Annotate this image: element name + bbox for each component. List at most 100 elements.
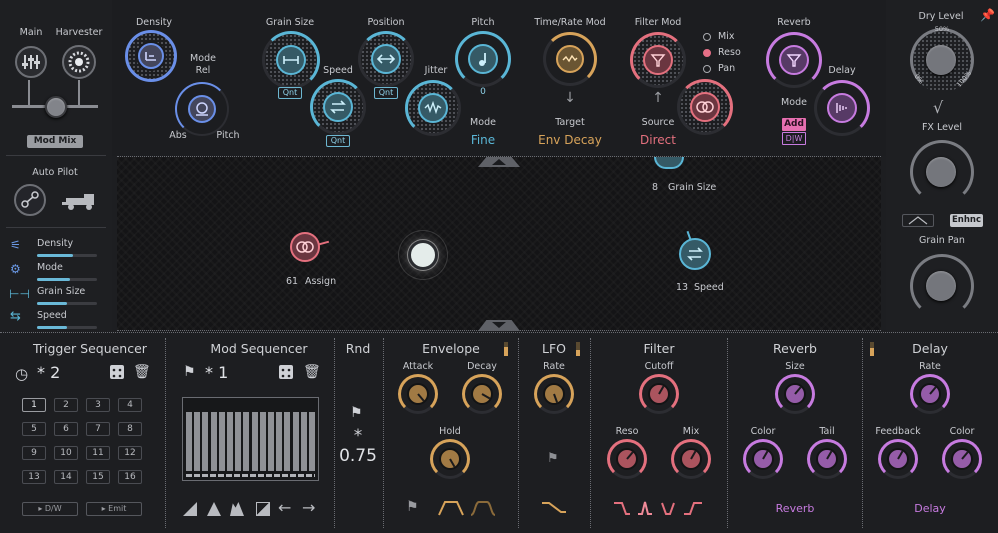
mod-density-slider[interactable] [37, 254, 97, 257]
target-value[interactable]: Env Decay [538, 133, 602, 147]
modseq-step-bar[interactable] [268, 411, 274, 471]
reverb-bottom-label[interactable]: Reverb [776, 502, 815, 515]
enhance-button[interactable]: Enhnc [950, 214, 983, 227]
mod-speed-slider[interactable] [37, 326, 97, 329]
pitch-mode-value[interactable]: Fine [471, 133, 495, 147]
modseq-dice-icon[interactable] [279, 365, 293, 379]
env-shape-smooth-icon[interactable] [470, 499, 496, 517]
filter-mod-knob[interactable] [643, 45, 673, 75]
modseq-step-bar[interactable] [259, 411, 266, 471]
fx-mode-add-button[interactable]: Add [782, 118, 806, 131]
trigger-pad-7[interactable]: 7 [86, 422, 110, 436]
fx-level-knob[interactable] [926, 157, 956, 187]
env-decay-knob[interactable] [462, 374, 502, 414]
field-playhead-orb[interactable] [408, 240, 438, 270]
trigger-pad-16[interactable]: 16 [118, 470, 142, 484]
curve-shape-button[interactable] [902, 214, 934, 227]
trigger-trash-icon[interactable]: 🗑 [133, 364, 151, 380]
harvester-machine-icon[interactable] [62, 190, 100, 212]
modseq-step-bar[interactable] [218, 411, 225, 471]
modseq-step-bar[interactable] [309, 411, 315, 471]
rnd-value[interactable]: 0.75 [339, 446, 377, 466]
pitch-knob[interactable] [468, 44, 498, 74]
modseq-step-bar[interactable] [186, 411, 192, 471]
trigger-pad-14[interactable]: 14 [54, 470, 78, 484]
trigger-pad-13[interactable]: 13 [22, 470, 46, 484]
filter-type-icons[interactable] [612, 499, 708, 517]
filter-cutoff-knob[interactable] [639, 374, 679, 414]
env-shape-trapezoid-icon[interactable] [438, 499, 464, 517]
mode-rel-knob[interactable] [188, 95, 216, 123]
mod-grain-size-slider[interactable] [37, 302, 97, 305]
delay-feedback-knob[interactable] [878, 439, 918, 479]
trigger-pad-8[interactable]: 8 [118, 422, 142, 436]
jitter-knob[interactable] [418, 93, 448, 123]
modseq-multiplier[interactable]: * 1 [205, 363, 228, 382]
modseq-invert-icon[interactable] [256, 502, 270, 516]
filter-reso-knob[interactable] [607, 439, 647, 479]
grain-size-qnt-button[interactable]: Qnt [278, 87, 302, 99]
radio-mix[interactable] [703, 33, 711, 41]
grain-field[interactable] [117, 157, 881, 330]
trigger-pad-10[interactable]: 10 [54, 446, 78, 460]
delay-color-knob[interactable] [942, 439, 982, 479]
delay-rate-knob[interactable] [910, 374, 950, 414]
delay-bottom-label[interactable]: Delay [914, 502, 946, 515]
trigger-emit-button[interactable]: ▸ Emit [86, 502, 142, 516]
modseq-step-bar[interactable] [202, 411, 209, 471]
modseq-step-bar[interactable] [210, 411, 217, 471]
modseq-step-bar[interactable] [276, 411, 283, 471]
modseq-step-bar[interactable] [243, 411, 250, 471]
radio-pan[interactable] [703, 65, 711, 73]
mod-mode-slider[interactable] [37, 278, 97, 281]
modseq-step-bar[interactable] [227, 411, 233, 471]
reverb-tail-knob[interactable] [807, 439, 847, 479]
reverb-size-knob[interactable] [775, 374, 815, 414]
trigger-pad-1[interactable]: 1 [22, 398, 46, 412]
harvester-icon[interactable] [62, 45, 96, 79]
env-hold-knob[interactable] [430, 439, 470, 479]
modseq-shift-left-icon[interactable]: ← [278, 498, 291, 517]
trigger-pad-5[interactable]: 5 [22, 422, 46, 436]
reverb-top-knob[interactable] [779, 45, 809, 75]
modseq-step-bar[interactable] [300, 411, 307, 471]
fx-mode-dw-button[interactable]: D|W [782, 132, 806, 145]
modseq-grid[interactable] [182, 397, 319, 481]
main-mixer-icon[interactable] [15, 46, 47, 78]
time-rate-mod-knob[interactable] [556, 45, 584, 73]
dry-level-knob[interactable] [926, 45, 956, 75]
env-attack-knob[interactable] [398, 374, 438, 414]
field-node-assign[interactable] [290, 232, 320, 262]
speed-knob[interactable] [323, 92, 353, 122]
modseq-step-bar[interactable] [292, 411, 299, 471]
position-qnt-button[interactable]: Qnt [374, 87, 398, 99]
mod-mix-slider-handle[interactable] [45, 96, 67, 118]
delay-top-knob[interactable] [827, 93, 857, 123]
density-knob[interactable] [138, 43, 164, 69]
auto-pilot-node-icon[interactable] [14, 184, 46, 216]
modseq-step-bar[interactable] [251, 411, 258, 471]
modseq-trash-icon[interactable]: 🗑 [303, 364, 321, 380]
pin-icon[interactable]: 📌 [980, 8, 995, 22]
speed-qnt-button[interactable]: Qnt [326, 135, 350, 147]
grain-size-knob[interactable] [276, 45, 306, 75]
trigger-dice-icon[interactable] [110, 365, 124, 379]
trigger-pad-6[interactable]: 6 [54, 422, 78, 436]
trigger-pad-12[interactable]: 12 [118, 446, 142, 460]
modseq-step-bar[interactable] [194, 411, 201, 471]
modseq-step-bar[interactable] [284, 411, 291, 471]
trigger-pad-3[interactable]: 3 [86, 398, 110, 412]
trigger-multiplier[interactable]: * 2 [37, 363, 60, 382]
trigger-pad-15[interactable]: 15 [86, 470, 110, 484]
filter-mix-knob[interactable] [671, 439, 711, 479]
trigger-pad-4[interactable]: 4 [118, 398, 142, 412]
modseq-shift-right-icon[interactable]: → [302, 498, 315, 517]
reverb-color-knob[interactable] [743, 439, 783, 479]
lfo-saw-wave-icon[interactable] [540, 498, 568, 516]
trigger-pad-9[interactable]: 9 [22, 446, 46, 460]
position-knob[interactable] [371, 44, 401, 74]
trigger-pad-11[interactable]: 11 [86, 446, 110, 460]
trigger-dw-button[interactable]: ▸ D/W [22, 502, 78, 516]
mod-mix-button[interactable]: Mod Mix [27, 135, 83, 148]
trigger-pad-2[interactable]: 2 [54, 398, 78, 412]
